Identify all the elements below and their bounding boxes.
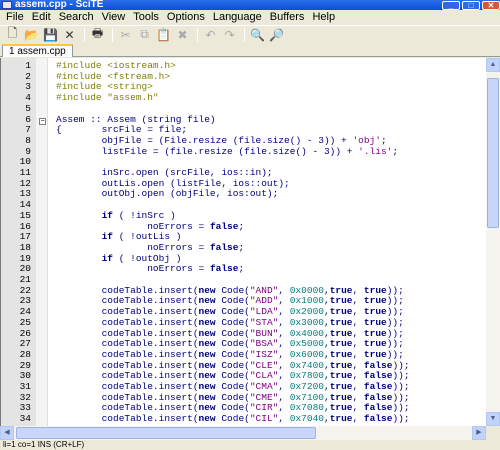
scroll-left-arrow-icon[interactable]: ◀: [0, 426, 14, 440]
code-text: noErrors = false;: [56, 263, 245, 275]
cut-icon[interactable]: ✂: [117, 27, 134, 43]
code-editor[interactable]: − 1 #include <iostream.h> 2 #include <fstre…: [0, 58, 486, 426]
line-number: 15: [19, 209, 31, 221]
horizontal-scrollbar[interactable]: ◀ ▶: [0, 426, 486, 440]
toolbar: 🗋 📂 💾 ✕ 🖶 ✂ ⧉ 📋 ✖ ↶ ↷ 🔍 🔎: [0, 25, 500, 43]
horizontal-scroll-thumb[interactable]: [16, 427, 316, 439]
save-icon[interactable]: 💾: [42, 27, 59, 43]
redo-icon[interactable]: ↷: [221, 27, 238, 43]
status-bar: li=1 co=1 INS (CR+LF): [0, 440, 500, 450]
line-number: 5: [25, 102, 31, 114]
window-title: assem.cpp - SciTE: [15, 0, 104, 10]
vertical-scroll-thumb[interactable]: [487, 78, 499, 228]
code-line[interactable]: 4 #include "assem.h": [1, 92, 486, 104]
line-number: 18: [19, 241, 31, 253]
replace-icon[interactable]: 🔎: [268, 27, 285, 43]
menu-view[interactable]: View: [98, 10, 130, 25]
title-bar: assem.cpp - SciTE _ □ ✕: [0, 0, 500, 10]
menu-buffers[interactable]: Buffers: [266, 10, 309, 25]
scroll-up-arrow-icon[interactable]: ▲: [486, 58, 500, 72]
open-folder-icon[interactable]: 📂: [23, 27, 40, 43]
code-line[interactable]: 34 codeTable.insert(new Code("CIL", 0x70…: [1, 413, 486, 425]
undo-icon[interactable]: ↶: [202, 27, 219, 43]
delete-icon[interactable]: ✖: [174, 27, 191, 43]
menu-file[interactable]: File: [2, 10, 28, 25]
paste-icon[interactable]: 📋: [155, 27, 172, 43]
menu-language[interactable]: Language: [209, 10, 266, 25]
minimize-button[interactable]: _: [442, 0, 460, 10]
line-number: 8: [25, 134, 31, 146]
scroll-right-arrow-icon[interactable]: ▶: [472, 426, 486, 440]
tab-bar: 1 assem.cpp: [0, 43, 500, 57]
line-number: 25: [19, 316, 31, 328]
scroll-down-arrow-icon[interactable]: ▼: [486, 412, 500, 426]
code-line[interactable]: 9 listFile = (file.resize (file.size() -…: [1, 145, 486, 158]
menu-options[interactable]: Options: [163, 10, 209, 25]
code-text: listFile = (file.resize (file.size() - 3…: [56, 145, 399, 157]
new-file-icon[interactable]: 🗋: [4, 26, 21, 43]
menu-search[interactable]: Search: [55, 10, 98, 25]
toolbar-separator: [197, 27, 198, 42]
vertical-scrollbar[interactable]: ▲ ▼: [486, 58, 500, 426]
copy-icon[interactable]: ⧉: [136, 27, 153, 43]
print-icon[interactable]: 🖶: [89, 26, 106, 43]
menu-tools[interactable]: Tools: [129, 10, 163, 25]
toolbar-separator: [84, 27, 85, 42]
code-line[interactable]: 13 outObj.open (objFile, ios:out);: [1, 189, 486, 200]
close-file-icon[interactable]: ✕: [61, 27, 78, 43]
menu-help[interactable]: Help: [308, 10, 339, 25]
app-icon: [2, 1, 12, 9]
toolbar-separator: [112, 27, 113, 42]
menu-bar: File Edit Search View Tools Options Lang…: [0, 10, 500, 25]
line-number: 34: [19, 413, 31, 425]
close-button[interactable]: ✕: [482, 0, 500, 10]
tab-assem-cpp[interactable]: 1 assem.cpp: [2, 44, 73, 57]
menu-edit[interactable]: Edit: [28, 10, 55, 25]
code-text: #include "assem.h": [56, 92, 159, 104]
code-line[interactable]: 20 noErrors = false;: [1, 263, 486, 275]
code-text: outObj.open (objFile, ios:out);: [56, 188, 279, 200]
toolbar-separator: [244, 27, 245, 42]
find-icon[interactable]: 🔍: [249, 27, 266, 43]
code-text: codeTable.insert(new Code("CIL", 0x7040,…: [56, 413, 410, 425]
line-number: 28: [19, 348, 31, 360]
maximize-button[interactable]: □: [462, 0, 480, 10]
